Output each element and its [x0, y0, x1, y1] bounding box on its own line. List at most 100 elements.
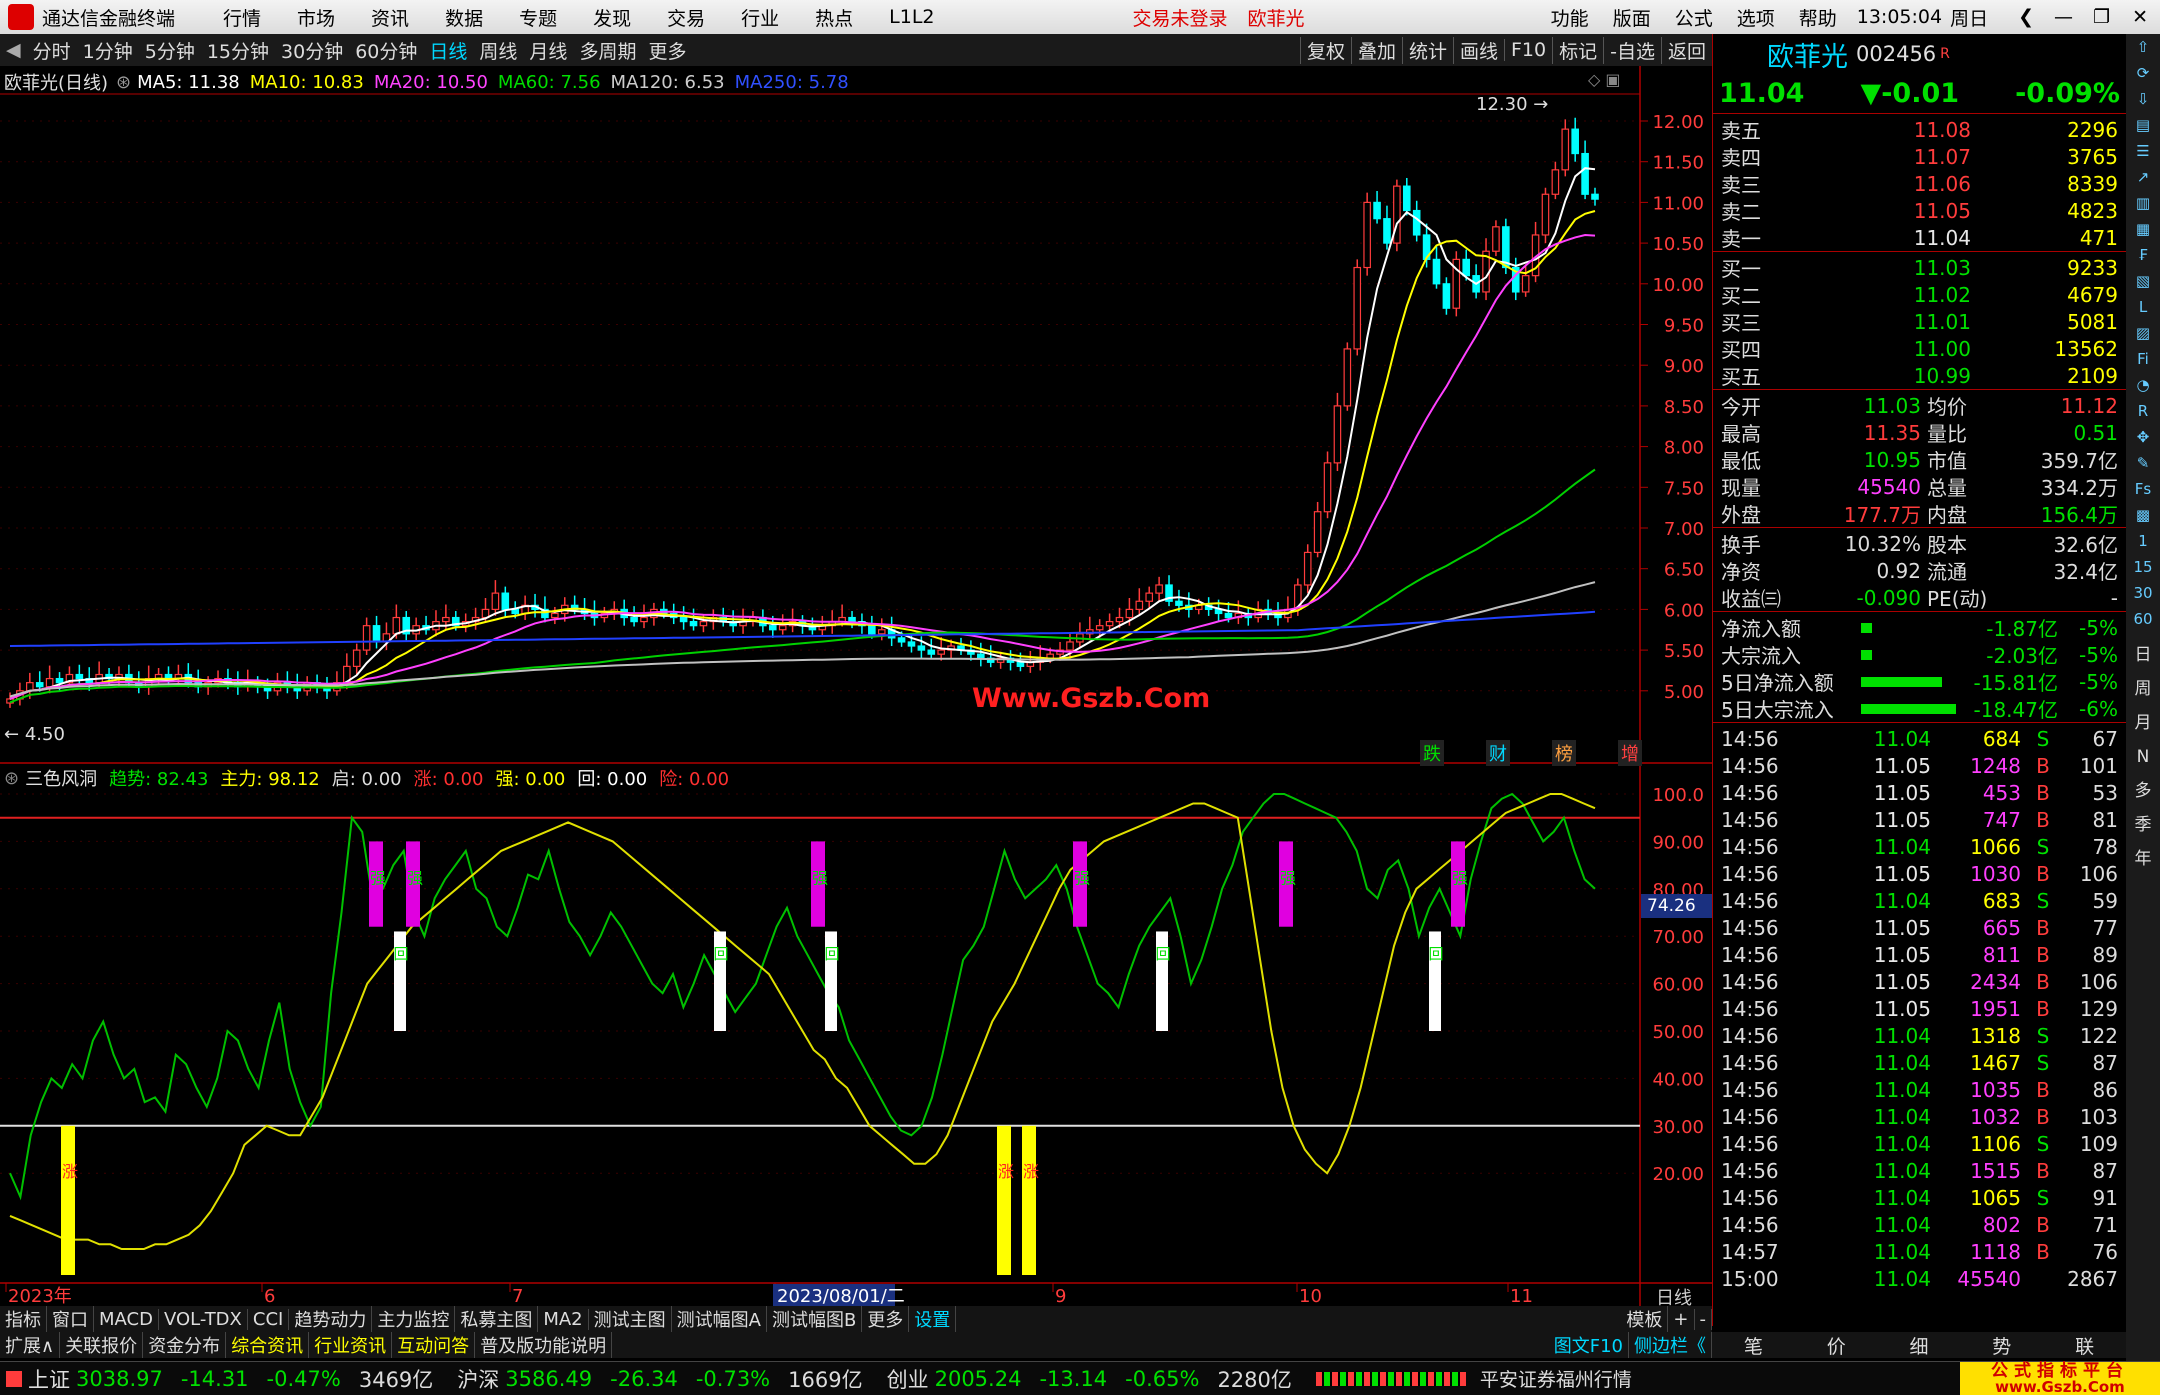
back-icon[interactable]: ❮ [2018, 6, 2034, 28]
tab-period-3[interactable]: 15分钟 [201, 37, 275, 64]
asks-row[interactable]: 卖一 11.04 471 [1713, 224, 2126, 252]
side-period-1[interactable]: 周 [2126, 672, 2160, 706]
sz-label[interactable]: 沪深 [457, 1364, 499, 1394]
tab-period-1[interactable]: 1分钟 [77, 37, 139, 64]
tick-row[interactable]: 14:56 11.05 747 B 81 [1713, 806, 2126, 833]
menu-9[interactable]: L1L2 [889, 6, 934, 28]
extension-tool-1[interactable]: 侧边栏《 [1629, 1332, 1712, 1358]
tool-button-1[interactable]: 叠加 [1350, 36, 1402, 64]
tick-row[interactable]: 14:57 11.04 1118 B 76 [1713, 1238, 2126, 1265]
indicator-tool-0[interactable]: 模板 [1621, 1306, 1669, 1332]
tool-button-7[interactable]: 返回 [1660, 36, 1712, 64]
menu-0[interactable]: 行情 [223, 4, 261, 31]
indicator-tab-10[interactable]: 测试幅图A [672, 1306, 767, 1332]
minimize-icon[interactable]: — [2054, 6, 2073, 28]
tab-period-9[interactable]: 多周期 [573, 37, 642, 64]
tick-row[interactable]: 14:56 11.04 1065 S 91 [1713, 1184, 2126, 1211]
sixty-icon[interactable]: 60 [2126, 606, 2160, 632]
tick-list[interactable]: 14:56 11.04 684 S 67 14:56 11.05 1248 B 101 14:56 1… [1713, 723, 2126, 1292]
indicator-tool-2[interactable]: - [1695, 1308, 1712, 1330]
side-period-0[interactable]: 日 [2126, 638, 2160, 672]
quote-tab-3[interactable]: 势 [1992, 1332, 2011, 1359]
tick-row[interactable]: 14:56 11.04 802 B 71 [1713, 1211, 2126, 1238]
right-menu-4[interactable]: 帮助 [1799, 4, 1837, 31]
fin-icon[interactable]: Fi [2126, 346, 2160, 372]
tick-row[interactable]: 14:56 11.05 1951 B 129 [1713, 995, 2126, 1022]
table-icon[interactable]: ▩ [2126, 502, 2160, 528]
refresh-icon[interactable]: ⟳ [2126, 60, 2160, 86]
indicator-tab-11[interactable]: 测试幅图B [767, 1306, 863, 1332]
tick-row[interactable]: 14:56 11.04 683 S 59 [1713, 887, 2126, 914]
pen-icon[interactable]: ✎ [2126, 450, 2160, 476]
indicator-tab-6[interactable]: 主力监控 [372, 1306, 456, 1332]
quote-tab-0[interactable]: 笔 [1744, 1332, 1763, 1359]
tick-row[interactable]: 14:56 11.05 1248 B 101 [1713, 752, 2126, 779]
tool-button-2[interactable]: 统计 [1401, 36, 1453, 64]
indicator-tab-0[interactable]: 指标 [0, 1306, 47, 1332]
extension-tab-4[interactable]: 行业资讯 [309, 1332, 393, 1358]
collapse-icon[interactable]: ◀ [0, 39, 27, 61]
l2-icon[interactable]: L [2126, 294, 2160, 320]
side-period-4[interactable]: 多 [2126, 774, 2160, 808]
price-settings-icon[interactable]: ◇ ▣ [1588, 70, 1621, 89]
bar-icon[interactable]: ▥ [2126, 190, 2160, 216]
restore-icon[interactable]: ❐ [2093, 6, 2110, 28]
indicator-tab-4[interactable]: CCI [248, 1308, 290, 1330]
menu-2[interactable]: 资讯 [371, 4, 409, 31]
right-menu-1[interactable]: 版面 [1613, 4, 1651, 31]
sh-label[interactable]: 上证 [28, 1364, 70, 1394]
event-badge-2[interactable]: 榜 [1552, 740, 1576, 766]
menu-5[interactable]: 发现 [593, 4, 631, 31]
fund-icon[interactable]: ₣ [2126, 242, 2160, 268]
line-chart-icon[interactable]: ↗ [2126, 164, 2160, 190]
event-badge-0[interactable]: 跌 [1420, 740, 1444, 766]
tick-row[interactable]: 14:56 11.04 1467 S 87 [1713, 1049, 2126, 1076]
cy-label[interactable]: 创业 [887, 1364, 929, 1394]
list-icon[interactable]: ☰ [2126, 138, 2160, 164]
tick-row[interactable]: 15:00 11.04 45540 2867 [1713, 1265, 2126, 1292]
right-menu-2[interactable]: 公式 [1675, 4, 1713, 31]
indicator-tab-8[interactable]: MA2 [538, 1308, 589, 1330]
fifteen-icon[interactable]: 15 [2126, 554, 2160, 580]
indicator-tab-2[interactable]: MACD [94, 1308, 159, 1330]
tick-row[interactable]: 14:56 11.04 1318 S 122 [1713, 1022, 2126, 1049]
extension-tab-2[interactable]: 资金分布 [143, 1332, 227, 1358]
extension-tab-1[interactable]: 关联报价 [60, 1332, 144, 1358]
side-period-6[interactable]: 年 [2126, 842, 2160, 876]
tick-row[interactable]: 14:56 11.05 453 B 53 [1713, 779, 2126, 806]
tool-button-6[interactable]: -自选 [1603, 36, 1661, 64]
bids-row[interactable]: 买三 11.01 5081 [1713, 308, 2126, 336]
menu-6[interactable]: 交易 [667, 4, 705, 31]
tick-row[interactable]: 14:56 11.04 684 S 67 [1713, 725, 2126, 752]
quote-tab-2[interactable]: 细 [1909, 1332, 1928, 1359]
indicator-settings-icon[interactable]: ⊛ [4, 768, 19, 789]
asks-row[interactable]: 卖二 11.05 4823 [1713, 197, 2126, 225]
extension-tab-6[interactable]: 普及版功能说明 [475, 1332, 613, 1358]
menu-7[interactable]: 行业 [741, 4, 779, 31]
indicator-tab-13[interactable]: 设置 [909, 1306, 957, 1332]
quote-tab-1[interactable]: 价 [1827, 1332, 1846, 1359]
tick-row[interactable]: 14:56 11.04 1066 S 78 [1713, 833, 2126, 860]
bids-row[interactable]: 买五 10.99 2109 [1713, 362, 2126, 390]
tab-period-4[interactable]: 30分钟 [275, 37, 349, 64]
tab-period-2[interactable]: 5分钟 [139, 37, 201, 64]
tool-button-3[interactable]: 画线 [1452, 36, 1504, 64]
tool-button-4[interactable]: F10 [1504, 39, 1552, 61]
menu-8[interactable]: 热点 [815, 4, 853, 31]
down-arrow-icon[interactable]: ⇩ [2126, 86, 2160, 112]
close-icon[interactable]: ✕ [2132, 6, 2148, 28]
indicator-tab-9[interactable]: 测试主图 [589, 1306, 672, 1332]
kline-chart[interactable]: 12.00 11.50 11.00 10.50 10.00 9.50 9.00 8.50 8.0… [0, 66, 1712, 1311]
tab-period-6[interactable]: 日线 [423, 37, 473, 64]
login-status[interactable]: 交易未登录 [1133, 4, 1228, 31]
one-icon[interactable]: 1 [2126, 528, 2160, 554]
doc-icon[interactable]: ▧ [2126, 268, 2160, 294]
side-period-3[interactable]: N [2126, 740, 2160, 774]
thirty-icon[interactable]: 30 [2126, 580, 2160, 606]
tick-row[interactable]: 14:56 11.04 1106 S 109 [1713, 1130, 2126, 1157]
asks-row[interactable]: 卖三 11.06 8339 [1713, 170, 2126, 198]
tool-button-5[interactable]: 标记 [1552, 36, 1603, 64]
asks-row[interactable]: 卖五 11.08 2296 [1713, 116, 2126, 144]
indicator-name[interactable]: 三色风洞 [25, 765, 97, 791]
chart-icon[interactable]: ▤ [2126, 112, 2160, 138]
